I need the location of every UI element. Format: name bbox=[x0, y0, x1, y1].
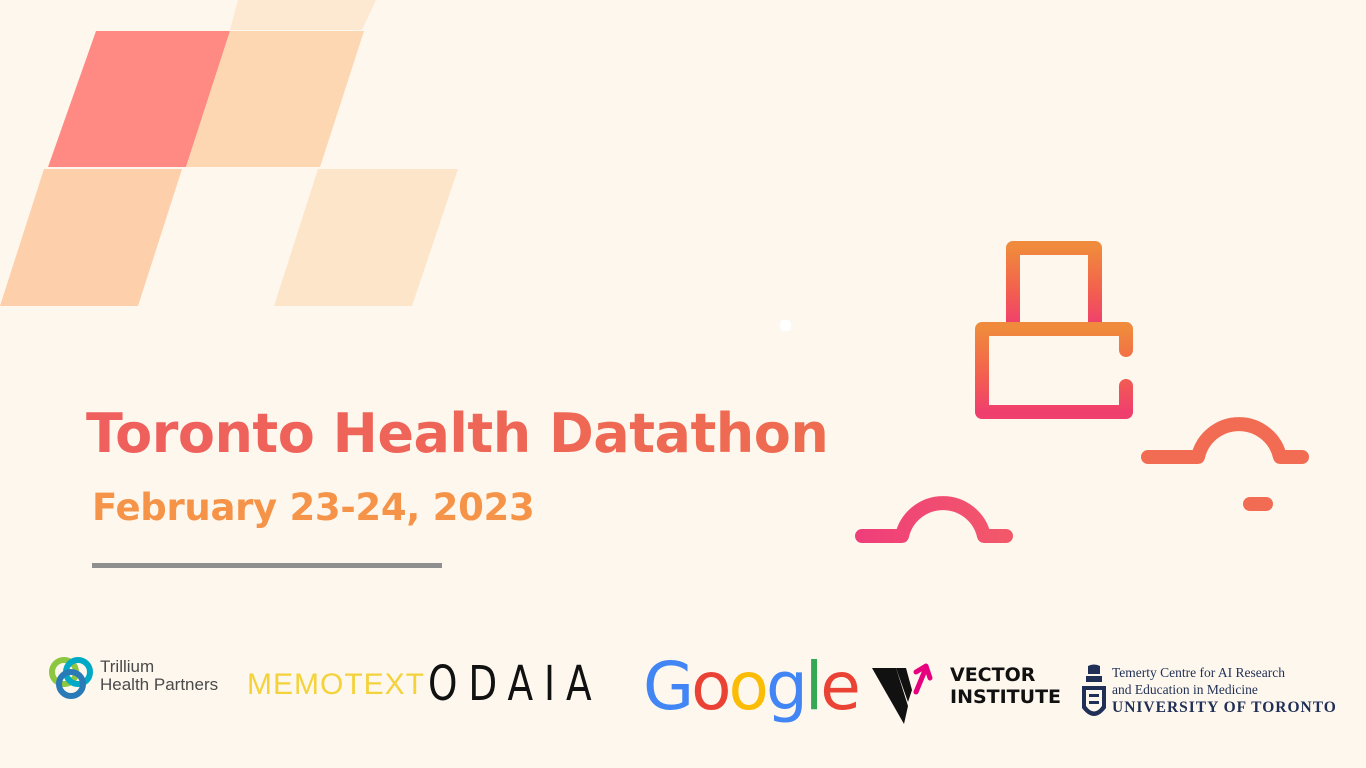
vector-v-arrow-icon bbox=[872, 663, 933, 724]
uoft-line3: UNIVERSITY OF TORONTO bbox=[1112, 699, 1337, 716]
uoft-line1: Temerty Centre for AI Research bbox=[1112, 665, 1285, 680]
block-light bbox=[274, 169, 458, 306]
google-letter: l bbox=[804, 648, 823, 725]
title-divider bbox=[92, 563, 442, 568]
google-letter: o bbox=[728, 648, 769, 725]
vector-line2: INSTITUTE bbox=[950, 686, 1062, 708]
google-letter: e bbox=[820, 648, 861, 725]
vector-line1: VECTOR bbox=[950, 664, 1036, 686]
vector-institute-logo: VECTOR INSTITUTE bbox=[870, 662, 1062, 732]
uoft-crest-icon bbox=[1082, 664, 1106, 716]
event-title: Toronto Health Datathon bbox=[86, 402, 829, 465]
google-letter: o bbox=[691, 648, 731, 725]
cn-tower-illustration bbox=[780, 73, 1309, 582]
uoft-line2: and Education in Medicine bbox=[1112, 682, 1258, 697]
trillium-line1: Trillium bbox=[100, 657, 155, 676]
block-peach-left bbox=[0, 169, 182, 306]
uoft-temerty-logo: Temerty Centre for AI Research and Educa… bbox=[1080, 664, 1360, 728]
trillium-knot-icon bbox=[49, 657, 93, 699]
google-letter: g bbox=[765, 648, 808, 725]
odaia-logo: ODAIA bbox=[428, 656, 603, 712]
event-date: February 23-24, 2023 bbox=[92, 486, 535, 529]
trillium-logo: Trillium Health Partners bbox=[48, 655, 238, 700]
parallelogram-pattern bbox=[0, 0, 458, 306]
memotext-logo: MEMOTEXT bbox=[247, 668, 425, 701]
google-logo: Google bbox=[643, 648, 861, 725]
trillium-line2: Health Partners bbox=[100, 675, 219, 694]
block-faint-top bbox=[230, 0, 376, 30]
google-letter: G bbox=[643, 648, 694, 725]
